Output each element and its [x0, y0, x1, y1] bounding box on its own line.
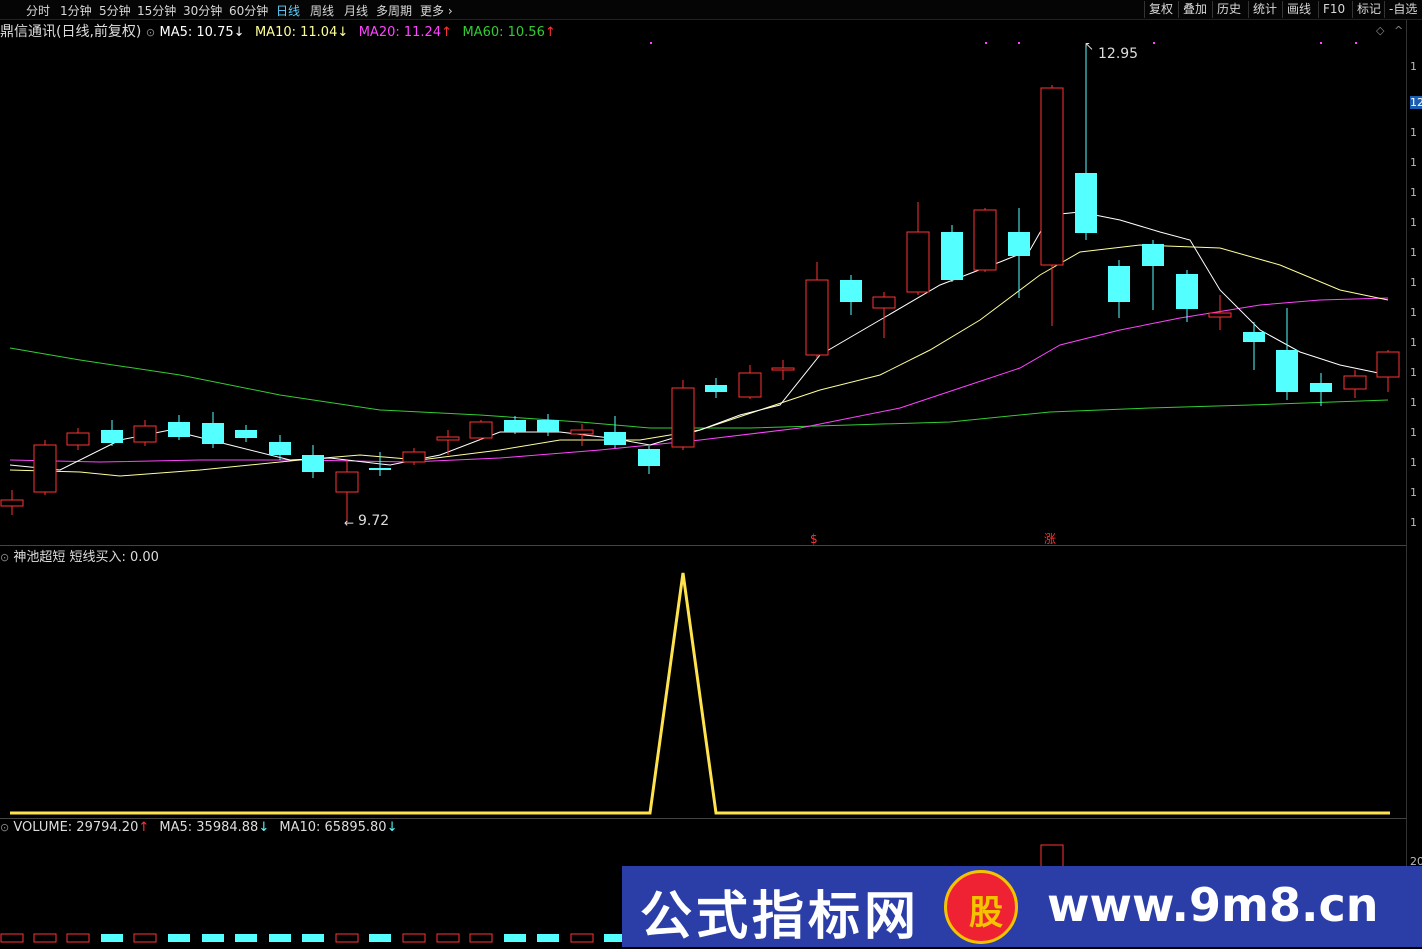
volume-bar	[133, 933, 157, 943]
volume-bar	[436, 933, 460, 943]
candle-body	[1243, 332, 1265, 342]
price-tick: 1	[1410, 216, 1417, 229]
candle-body	[604, 432, 626, 445]
candle-body	[202, 423, 224, 444]
price-tick: 1	[1410, 60, 1417, 73]
candle-body	[168, 422, 190, 437]
low-price-pointer: ←	[344, 516, 354, 530]
signal-mark: 涨	[1044, 531, 1056, 546]
candle-body	[302, 455, 324, 472]
candle-body	[872, 296, 896, 309]
price-tick: 1	[1410, 336, 1417, 349]
volume-bar	[469, 933, 493, 943]
candle-body	[335, 471, 359, 493]
candle-body	[469, 421, 493, 439]
volume-bar	[0, 933, 24, 943]
candle-body	[638, 449, 660, 466]
candle-body	[1208, 312, 1232, 318]
candle-body	[570, 429, 594, 435]
price-tick: 1	[1410, 306, 1417, 319]
candle-body	[1176, 274, 1198, 309]
price-tick: 12	[1410, 96, 1422, 109]
candle-body	[436, 436, 460, 441]
high-price-pointer: ↖	[1084, 39, 1094, 53]
candle-body	[504, 420, 526, 432]
candle-body	[369, 468, 391, 470]
candle-body	[840, 280, 862, 302]
candle-body	[66, 432, 90, 446]
volume-bar	[335, 933, 359, 943]
candle-body	[402, 451, 426, 463]
price-tick: 1	[1410, 186, 1417, 199]
watermark-logo: 股	[944, 870, 1018, 944]
candles	[0, 45, 1400, 522]
candle-body	[1108, 266, 1130, 302]
candle-body	[805, 279, 829, 356]
candle-body	[705, 385, 727, 392]
price-tick: 1	[1410, 126, 1417, 139]
volume-bar	[570, 933, 594, 943]
high-price-marker: 12.95	[1098, 46, 1138, 62]
candle-body	[269, 442, 291, 455]
chart-canvas[interactable]: 12.95 ↖ 9.72 ← $ 涨 ◇ ^	[0, 0, 1422, 947]
candle-body	[671, 387, 695, 448]
candle-body	[1008, 232, 1030, 256]
diamond-icon: ◇	[1376, 24, 1385, 37]
volume-bar	[101, 934, 123, 942]
chevron-up-icon: ^	[1394, 24, 1403, 37]
volume-bar	[202, 934, 224, 942]
volume-bars	[0, 933, 626, 943]
candle-body	[1343, 375, 1367, 390]
price-tick: 1	[1410, 456, 1417, 469]
price-tick: 1	[1410, 156, 1417, 169]
watermark-banner: 公式指标网 股 www.9m8.cn	[622, 866, 1422, 947]
candle-body	[235, 430, 257, 438]
ma60-line	[9, 347, 1389, 429]
candle-body	[941, 232, 963, 280]
volume-bar	[66, 933, 90, 943]
candle-body	[1276, 350, 1298, 392]
signal-mark: $	[810, 532, 818, 546]
candle-body	[133, 425, 157, 443]
candle-body	[1310, 383, 1332, 392]
buy-signal-line	[10, 572, 1390, 815]
price-tick: 1	[1410, 486, 1417, 499]
candle-body	[771, 367, 795, 371]
candle-body	[101, 430, 123, 443]
candle-body	[1075, 173, 1097, 233]
candle-body	[0, 499, 24, 507]
volume-bar	[302, 934, 324, 942]
watermark-logo-text: 股	[969, 893, 1003, 933]
candle-body	[738, 372, 762, 398]
candle-body	[973, 209, 997, 271]
price-tick: 1	[1410, 516, 1417, 529]
price-tick: 1	[1410, 276, 1417, 289]
candle-body	[33, 444, 57, 493]
volume-bar	[235, 934, 257, 942]
volume-bar	[269, 934, 291, 942]
volume-bar	[33, 933, 57, 943]
volume-bar	[402, 933, 426, 943]
volume-bar	[504, 934, 526, 942]
volume-bar	[369, 934, 391, 942]
candle-body	[1040, 87, 1064, 266]
candle-body	[537, 420, 559, 432]
candle-body	[1376, 351, 1400, 378]
low-price-marker: 9.72	[358, 513, 389, 529]
price-tick: 1	[1410, 366, 1417, 379]
price-tick: 1	[1410, 246, 1417, 259]
candle-body	[1142, 244, 1164, 266]
price-tick: 1	[1410, 426, 1417, 439]
price-tick: 1	[1410, 396, 1417, 409]
volume-bar	[537, 934, 559, 942]
top-dots	[650, 42, 1357, 44]
candle-body	[906, 231, 930, 293]
volume-bar	[168, 934, 190, 942]
watermark-url: www.9m8.cn	[1047, 878, 1379, 932]
watermark-text: 公式指标网	[640, 887, 921, 947]
